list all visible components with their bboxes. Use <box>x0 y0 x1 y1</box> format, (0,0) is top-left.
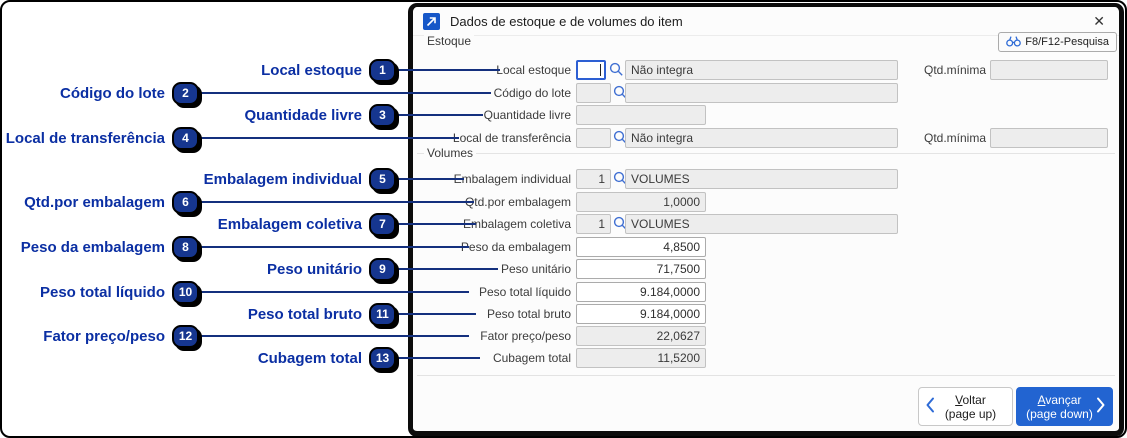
callout-line <box>199 92 491 94</box>
peso-da-embalagem-input[interactable]: 4,8500 <box>576 237 706 257</box>
stock-volumes-dialog: Dados de estoque e de volumes do item ✕ … <box>408 3 1124 436</box>
callout-badge: 1 <box>369 58 396 82</box>
callout-fator-preco-peso: Fator preço/peso 12 <box>43 323 199 349</box>
codigo-lote-desc-field <box>625 83 898 103</box>
callout-line <box>396 268 498 270</box>
callout-badge: 9 <box>369 257 396 281</box>
callout-line <box>396 69 500 71</box>
binoculars-icon <box>1006 35 1022 50</box>
row-fator-preco-peso: Fator preço/peso 22,0627 <box>419 326 1121 346</box>
row-peso-total-liquido: Peso total líquido 9.184,0000 <box>419 282 1121 302</box>
search-button-label: F8/F12-Pesquisa <box>1025 36 1109 48</box>
callout-line <box>396 114 483 116</box>
group-label-estoque: Estoque <box>424 34 475 48</box>
quantidade-livre-field <box>576 105 706 125</box>
row-peso-da-embalagem: Peso da embalagem 4,8500 <box>419 237 1121 257</box>
screenshot-canvas: Dados de estoque e de volumes do item ✕ … <box>0 0 1127 438</box>
row-embalagem-coletiva: Embalagem coletiva 1 VOLUMES <box>419 214 1121 234</box>
local-transferencia-desc-field: Não integra <box>625 128 898 148</box>
callout-badge: 4 <box>172 126 199 150</box>
callout-codigo-do-lote: Código do lote 2 <box>60 80 199 106</box>
callout-badge: 3 <box>369 103 396 127</box>
window-arrow-up-right-icon <box>423 12 440 30</box>
callout-badge: 2 <box>172 81 199 105</box>
voltar-button[interactable]: Voltar (page up) <box>918 387 1013 426</box>
callout-badge: 6 <box>172 190 199 214</box>
callout-peso-total-liquido: Peso total líquido 10 <box>40 279 199 305</box>
callout-peso-total-bruto: Peso total bruto 11 <box>248 301 396 327</box>
row-local-de-transferencia: Local de transferência Não integra Qtd.m… <box>419 128 1121 148</box>
embalagem-individual-code-input: 1 <box>576 169 611 189</box>
callout-peso-da-embalagem: Peso da embalagem 8 <box>21 234 199 260</box>
callout-local-estoque: Local estoque 1 <box>261 57 396 83</box>
qtd-minima-field <box>990 128 1108 148</box>
row-local-estoque: Local estoque Não integra Qtd.mínima <box>419 60 1121 80</box>
row-cubagem-total: Cubagem total 11,5200 <box>419 348 1121 368</box>
callout-line <box>199 291 469 293</box>
callout-embalagem-individual: Embalagem individual 5 <box>204 166 396 192</box>
row-codigo-do-lote: Código do lote <box>419 83 1121 103</box>
fator-preco-peso-field: 22,0627 <box>576 326 706 346</box>
volumes-group-line <box>417 153 1115 154</box>
callout-badge: 8 <box>172 235 199 259</box>
avancar-button-label: Avançar (page down) <box>1026 392 1093 421</box>
peso-unitario-input[interactable]: 71,7500 <box>576 259 706 279</box>
callout-peso-unitario: Peso unitário 9 <box>267 256 396 282</box>
dialog-title: Dados de estoque e de volumes do item <box>450 13 683 29</box>
local-estoque-desc-field: Não integra <box>625 60 898 80</box>
lookup-search-icon[interactable] <box>609 62 624 77</box>
voltar-button-label: Voltar (page up) <box>944 392 997 421</box>
row-qtd-por-embalagem: Qtd.por embalagem 1,0000 <box>419 192 1121 212</box>
embalagem-coletiva-code-input: 1 <box>576 214 611 234</box>
callout-line <box>199 137 459 139</box>
group-label-volumes: Volumes <box>424 146 477 160</box>
chevron-right-icon <box>1096 396 1106 417</box>
cubagem-total-field: 11,5200 <box>576 348 706 368</box>
row-peso-unitario: Peso unitário 71,7500 <box>419 259 1121 279</box>
f8-f12-search-button[interactable]: F8/F12-Pesquisa <box>998 32 1117 52</box>
embalagem-coletiva-desc-field: VOLUMES <box>625 214 898 234</box>
callout-qtd-por-embalagem: Qtd.por embalagem 6 <box>24 189 199 215</box>
local-estoque-code-input[interactable] <box>576 60 606 80</box>
callout-badge: 11 <box>369 302 396 326</box>
avancar-button[interactable]: Avançar (page down) <box>1016 387 1113 426</box>
qtd-minima-label: Qtd.mínima <box>923 131 986 145</box>
callout-local-de-transferencia: Local de transferência 4 <box>6 125 199 151</box>
callout-line <box>396 357 480 359</box>
callout-badge: 7 <box>369 212 396 236</box>
chevron-left-icon <box>925 396 935 417</box>
callout-quantidade-livre: Quantidade livre 3 <box>244 102 396 128</box>
peso-total-bruto-input[interactable]: 9.184,0000 <box>576 304 706 324</box>
callout-badge: 13 <box>369 346 396 370</box>
callout-line <box>199 246 469 248</box>
callout-line <box>199 201 474 203</box>
callout-line <box>199 335 469 337</box>
callout-line <box>396 178 464 180</box>
callout-badge: 12 <box>172 324 199 348</box>
callout-line <box>396 223 476 225</box>
qtd-minima-field <box>990 60 1108 80</box>
local-transferencia-code-input <box>576 128 611 148</box>
embalagem-individual-desc-field: VOLUMES <box>625 169 898 189</box>
peso-total-liquido-input[interactable]: 9.184,0000 <box>576 282 706 302</box>
close-icon[interactable]: ✕ <box>1089 13 1109 30</box>
callout-badge: 10 <box>172 280 199 304</box>
callout-cubagem-total: Cubagem total 13 <box>258 345 396 371</box>
callout-badge: 5 <box>369 167 396 191</box>
qtd-por-embalagem-field: 1,0000 <box>576 192 706 212</box>
callout-embalagem-coletiva: Embalagem coletiva 7 <box>218 211 396 237</box>
row-peso-total-bruto: Peso total bruto 9.184,0000 <box>419 304 1121 324</box>
qtd-minima-label: Qtd.mínima <box>923 63 986 77</box>
footer-separator <box>417 375 1115 376</box>
codigo-lote-code-input <box>576 83 611 103</box>
row-embalagem-individual: Embalagem individual 1 VOLUMES <box>419 169 1121 189</box>
callout-line <box>396 313 476 315</box>
row-quantidade-livre: Quantidade livre <box>419 105 1121 125</box>
